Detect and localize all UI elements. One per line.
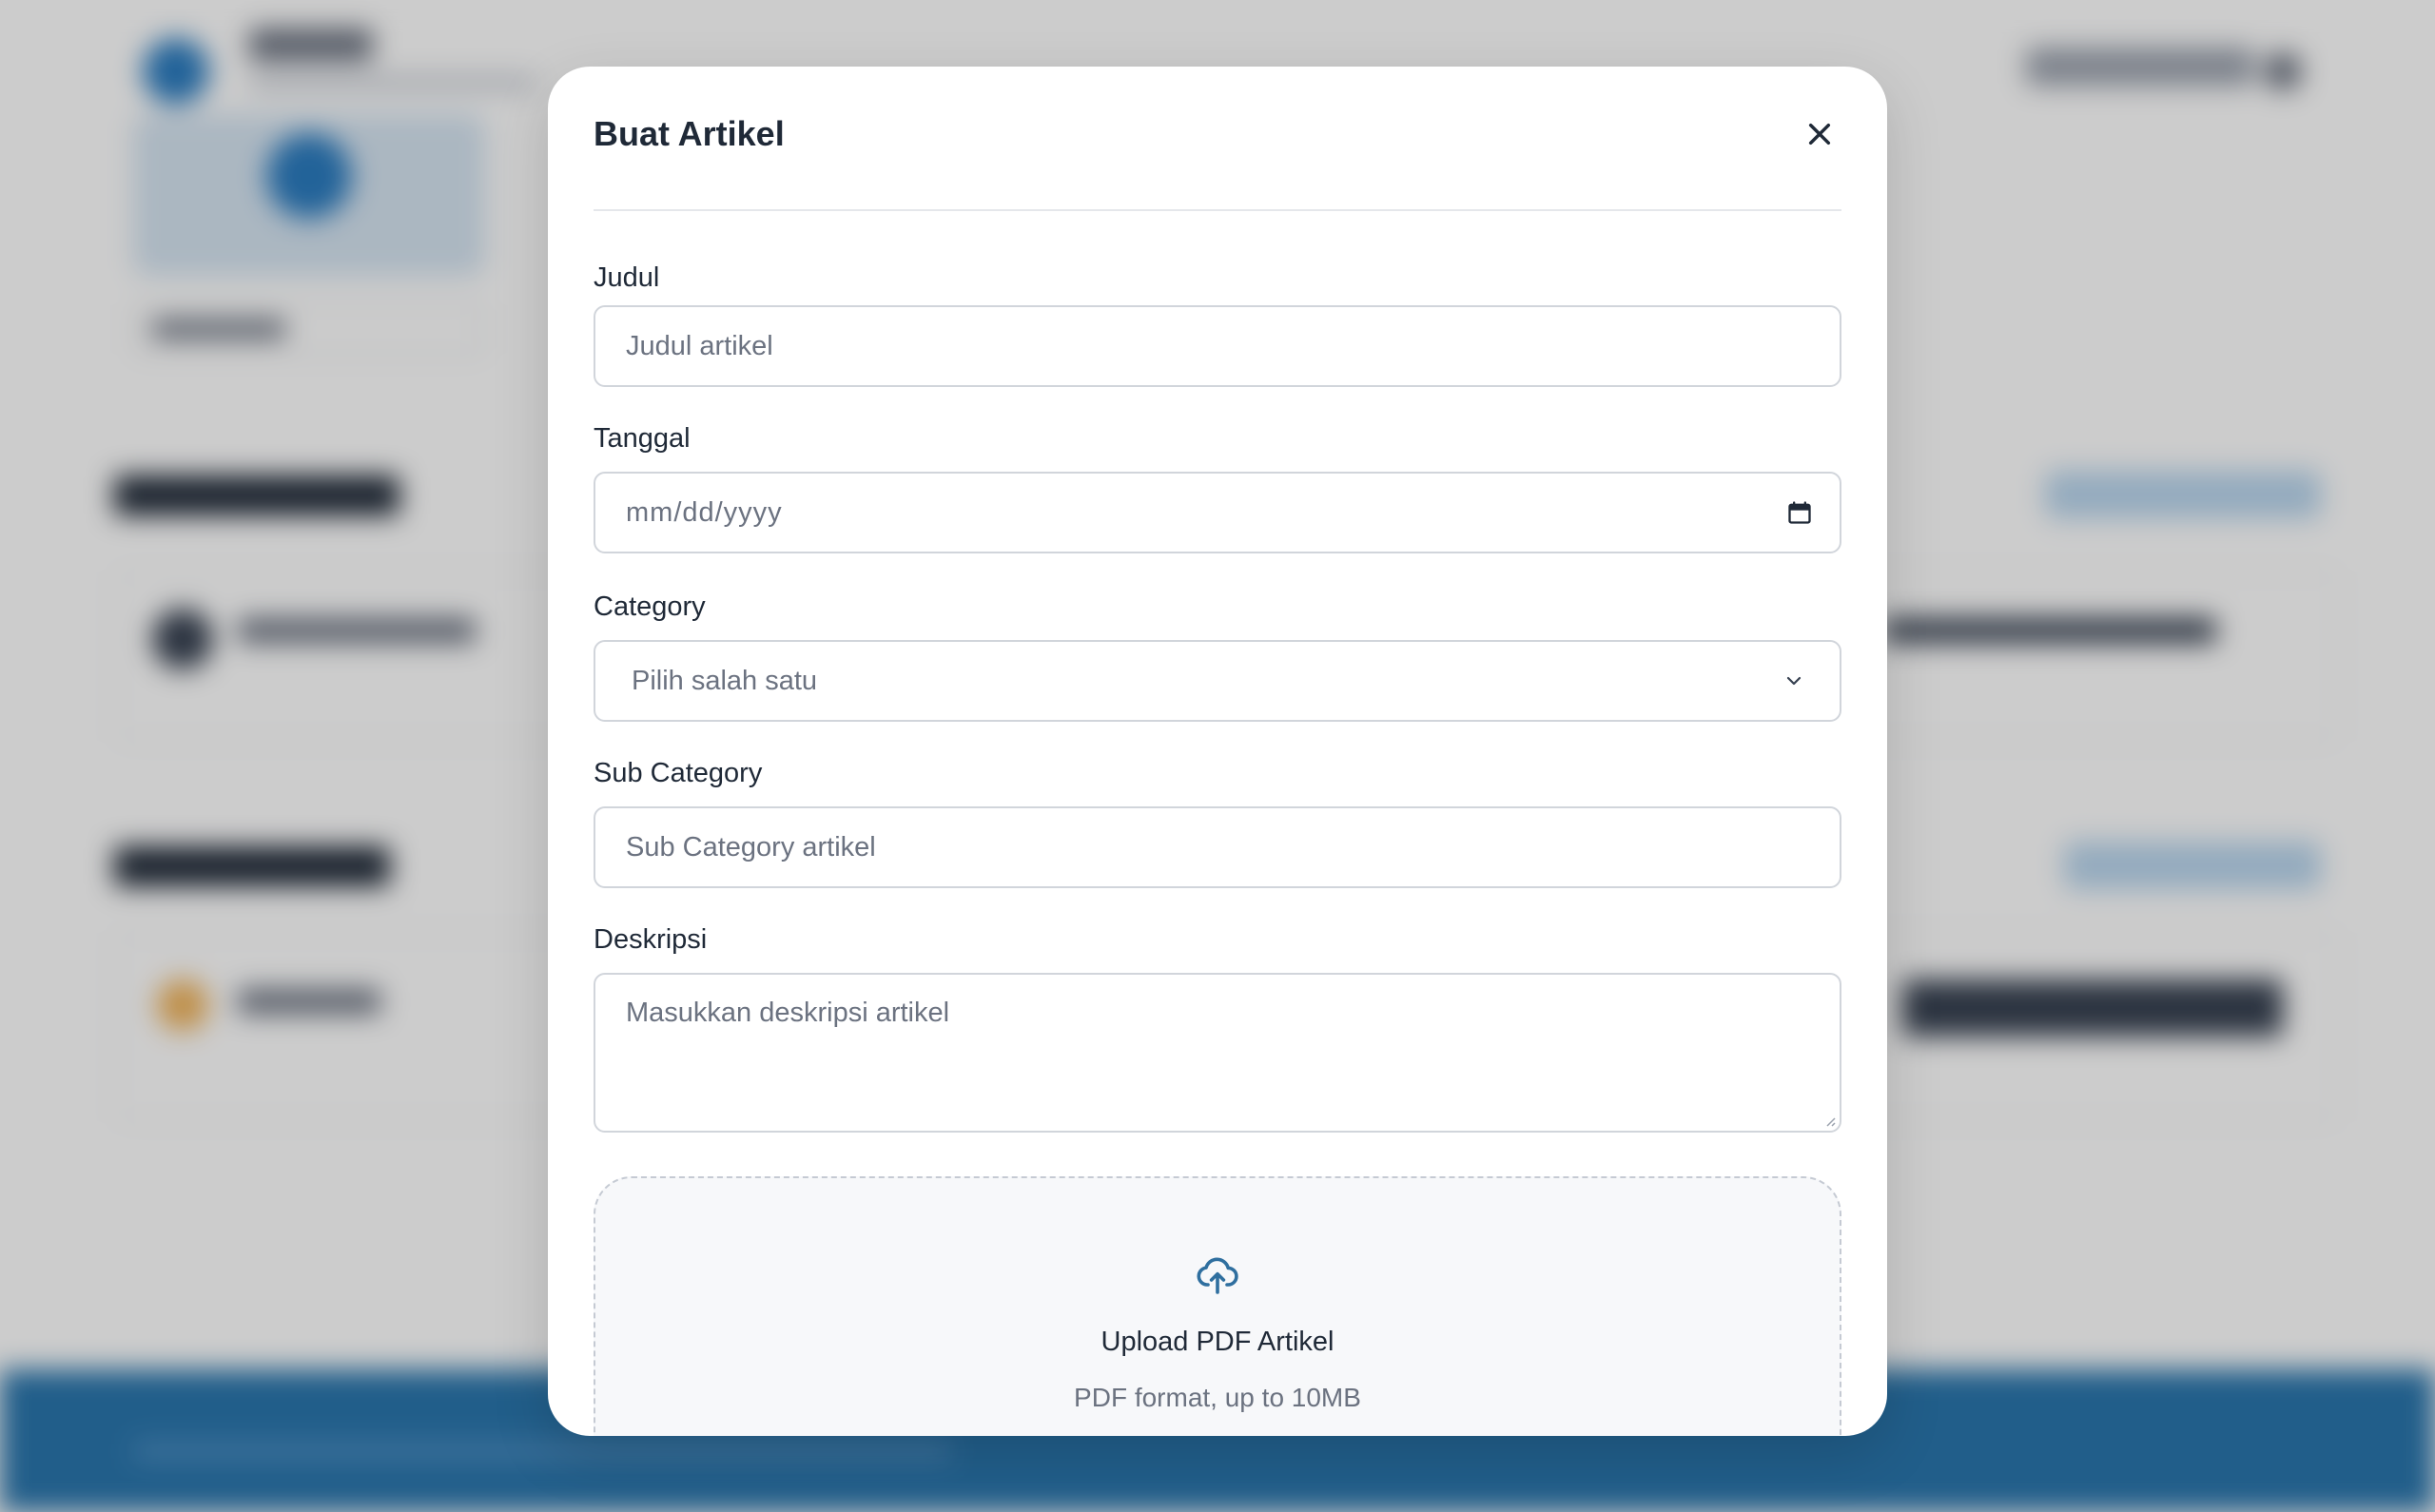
upload-title: Upload PDF Artikel: [1101, 1327, 1334, 1357]
deskripsi-placeholder: Masukkan deskripsi artikel: [626, 998, 950, 1028]
sub-category-label: Sub Category: [594, 758, 763, 788]
sub-category-input[interactable]: Sub Category artikel: [594, 806, 1841, 888]
deskripsi-textarea[interactable]: Masukkan deskripsi artikel: [594, 973, 1841, 1133]
judul-label: Judul: [594, 262, 660, 293]
pdf-upload-dropzone[interactable]: Upload PDF Artikel PDF format, up to 10M…: [594, 1176, 1841, 1436]
category-selected-value: Pilih salah satu: [632, 665, 818, 696]
cloud-upload-icon: [1197, 1257, 1238, 1294]
calendar-icon[interactable]: [1786, 499, 1813, 526]
tanggal-placeholder: mm/dd/yyyy: [626, 496, 783, 528]
category-label: Category: [594, 591, 706, 622]
category-select[interactable]: Pilih salah satu: [594, 640, 1841, 722]
modal-header: Buat Artikel: [594, 67, 1841, 211]
close-icon: [1808, 123, 1831, 145]
chevron-down-icon: [1786, 676, 1802, 686]
tanggal-input[interactable]: mm/dd/yyyy: [594, 472, 1841, 553]
tanggal-label: Tanggal: [594, 423, 691, 454]
modal-title: Buat Artikel: [594, 114, 785, 153]
deskripsi-label: Deskripsi: [594, 924, 708, 955]
judul-placeholder: Judul artikel: [626, 330, 773, 361]
judul-input[interactable]: Judul artikel: [594, 305, 1841, 387]
create-article-modal: Buat Artikel Judul Judul artikel Tanggal…: [548, 67, 1887, 1436]
sub-category-placeholder: Sub Category artikel: [626, 831, 876, 863]
upload-subtitle: PDF format, up to 10MB: [1074, 1383, 1361, 1412]
resize-handle-icon[interactable]: [1822, 1114, 1836, 1127]
close-button[interactable]: [1794, 108, 1845, 160]
